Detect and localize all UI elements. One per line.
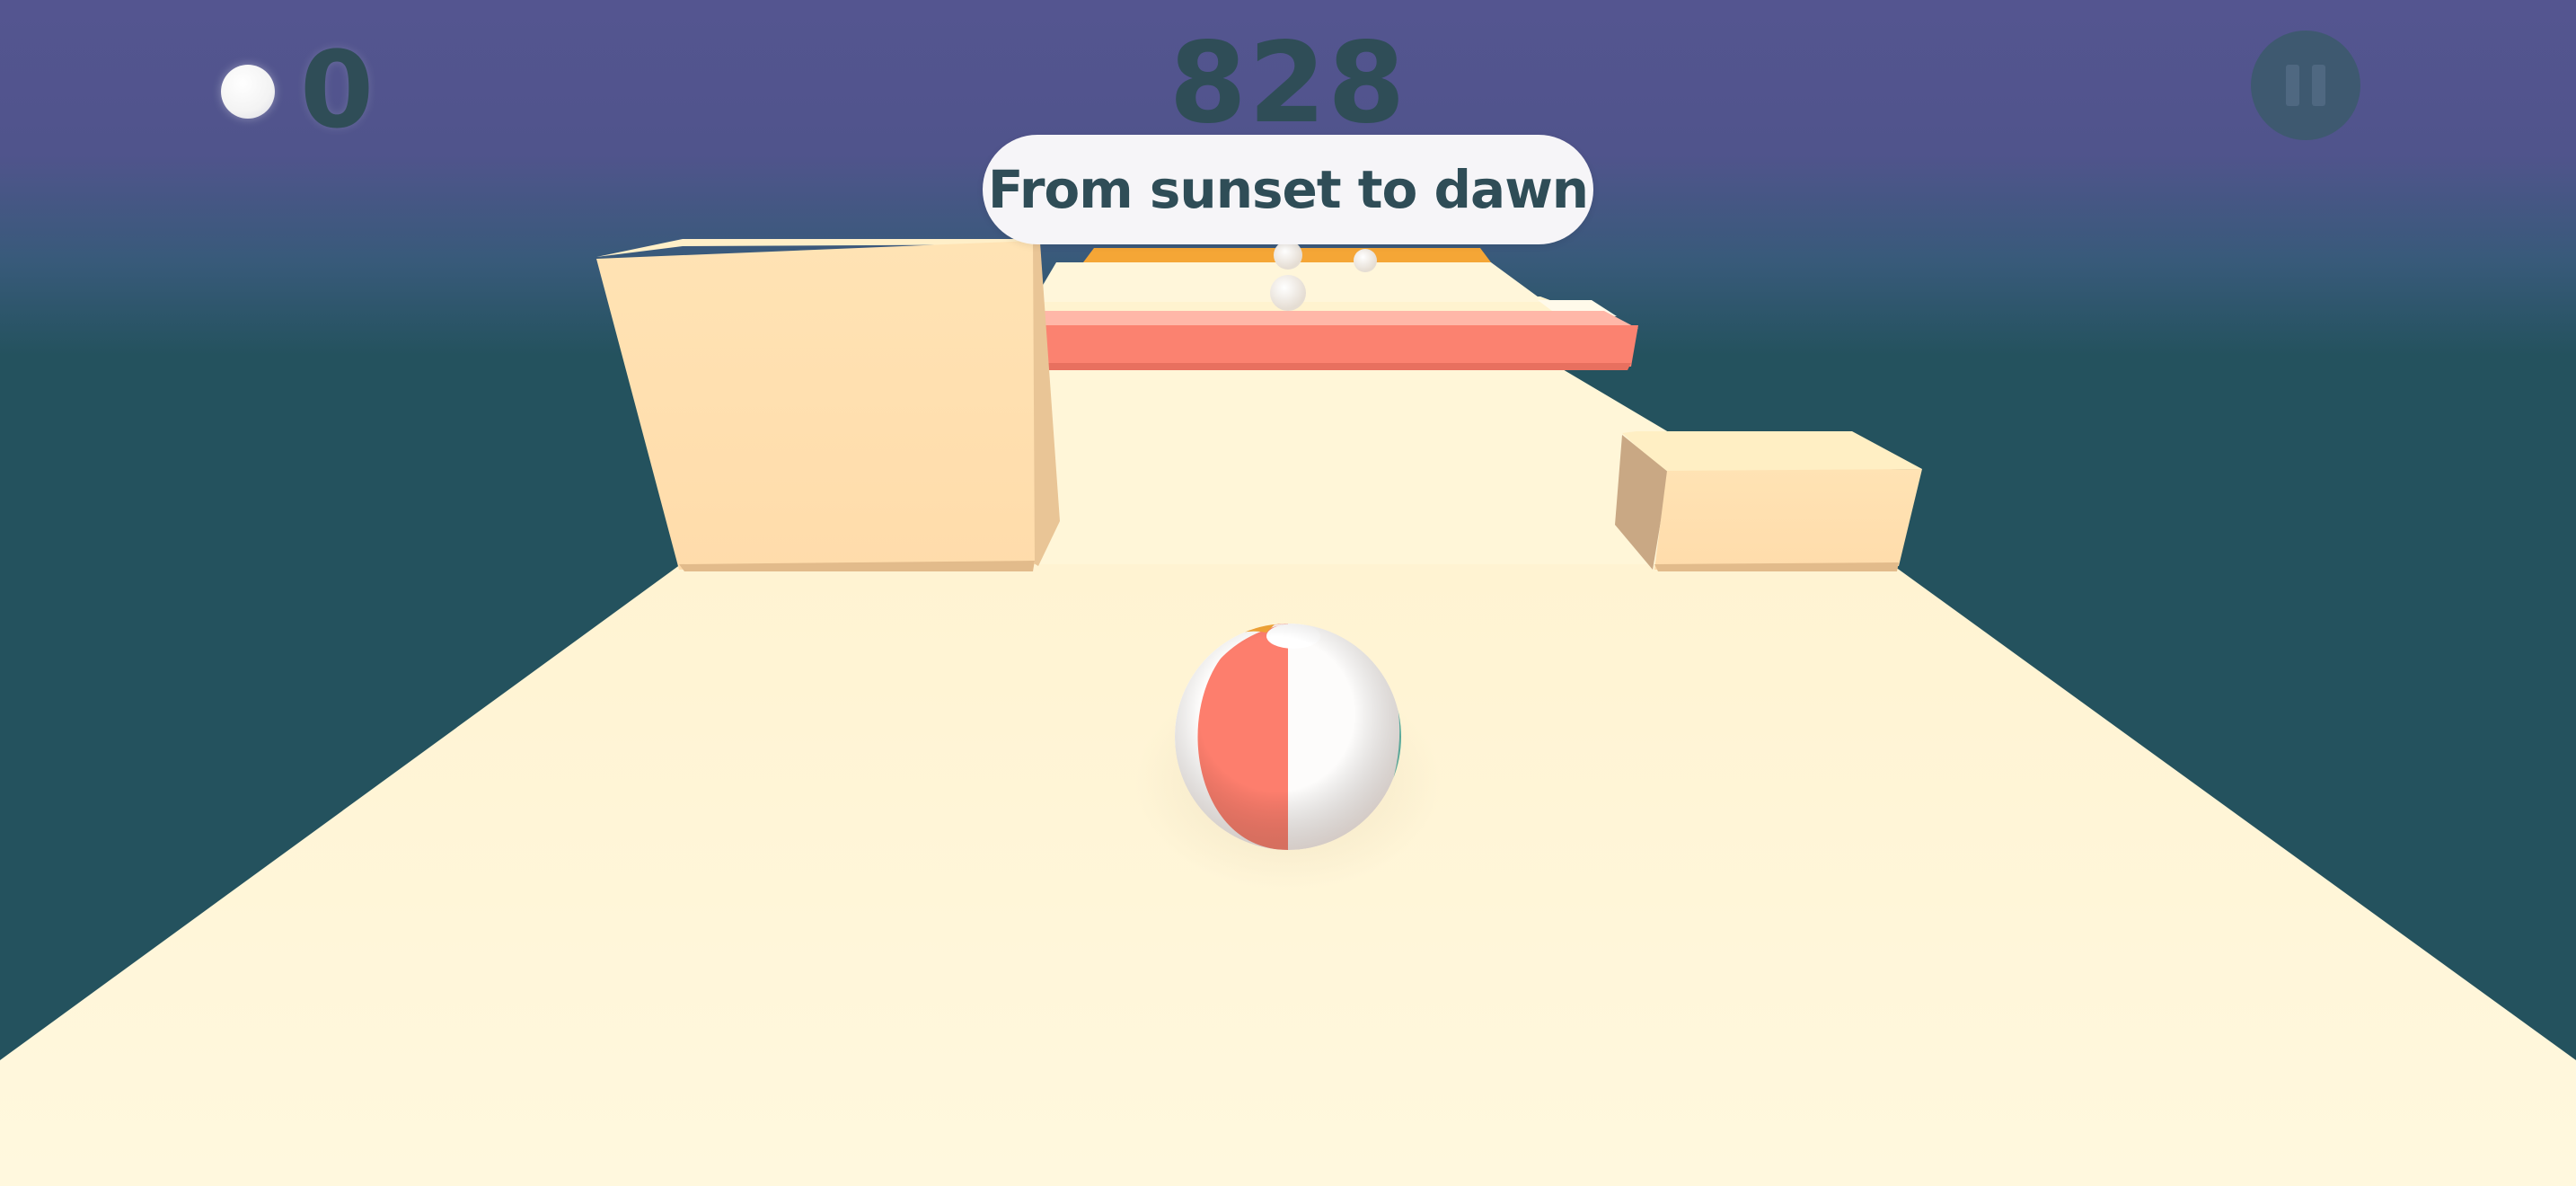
message-text: From sunset to dawn: [987, 159, 1589, 220]
coin-counter: 0: [300, 28, 375, 152]
coin-icon: [221, 65, 275, 119]
coin-pickup: [1274, 241, 1302, 270]
game-screen[interactable]: 0 828 From sunset to dawn: [0, 0, 2576, 1186]
score-counter: 828: [1169, 19, 1407, 148]
pause-icon: [2286, 65, 2299, 106]
right-block-front: [1654, 469, 1922, 570]
pause-button[interactable]: [2251, 31, 2360, 140]
message-banner: From sunset to dawn: [983, 135, 1593, 244]
coin-pickup: [1270, 275, 1306, 311]
coin-pickup: [1354, 249, 1377, 272]
pause-icon: [2312, 65, 2325, 106]
red-barrier: [1038, 325, 1638, 367]
red-barrier-edge: [1038, 363, 1631, 370]
